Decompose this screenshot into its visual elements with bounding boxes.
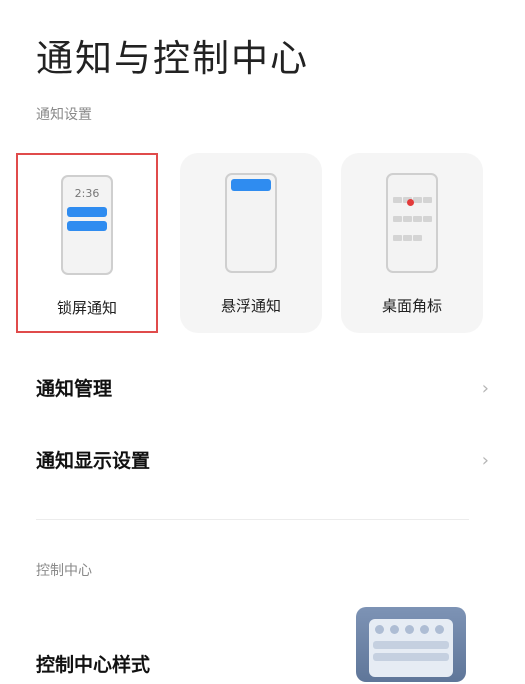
floating-notification-phone-icon — [225, 173, 277, 273]
control-center-style-preview[interactable] — [356, 607, 466, 682]
chevron-right-icon: › — [481, 378, 489, 399]
card-desktop-badge[interactable]: 桌面角标 — [341, 153, 483, 333]
floating-banner-icon — [231, 179, 271, 191]
row-label: 通知管理 — [36, 378, 113, 400]
row-notification-management[interactable]: 通知管理 › — [36, 368, 489, 408]
section-label-notification-settings: 通知设置 — [36, 107, 92, 123]
row-notification-display-settings[interactable]: 通知显示设置 › — [36, 440, 489, 480]
section-label-control-center: 控制中心 — [36, 563, 92, 579]
card-label: 悬浮通知 — [220, 297, 281, 315]
app-grid-icon — [392, 189, 432, 246]
notification-bar-icon — [67, 207, 107, 217]
card-floating-notification[interactable]: 悬浮通知 — [180, 153, 322, 333]
chevron-right-icon: › — [481, 450, 489, 471]
page-title: 通知与控制中心 — [36, 37, 309, 80]
card-lock-screen-notification[interactable]: 2:36 锁屏通知 — [16, 153, 158, 333]
control-panel-icon — [369, 619, 453, 677]
card-label: 桌面角标 — [381, 297, 442, 315]
badge-dot-icon — [407, 199, 414, 206]
lock-screen-phone-icon: 2:36 — [61, 175, 113, 275]
row-label: 控制中心样式 — [36, 654, 151, 676]
divider — [36, 519, 469, 520]
notification-bar-icon — [67, 221, 107, 231]
notification-style-cards: 2:36 锁屏通知 悬浮通知 桌面角标 — [16, 153, 486, 333]
lock-screen-time: 2:36 — [74, 187, 100, 200]
card-label: 锁屏通知 — [56, 299, 117, 317]
row-label: 通知显示设置 — [36, 450, 151, 472]
desktop-badge-phone-icon — [386, 173, 438, 273]
